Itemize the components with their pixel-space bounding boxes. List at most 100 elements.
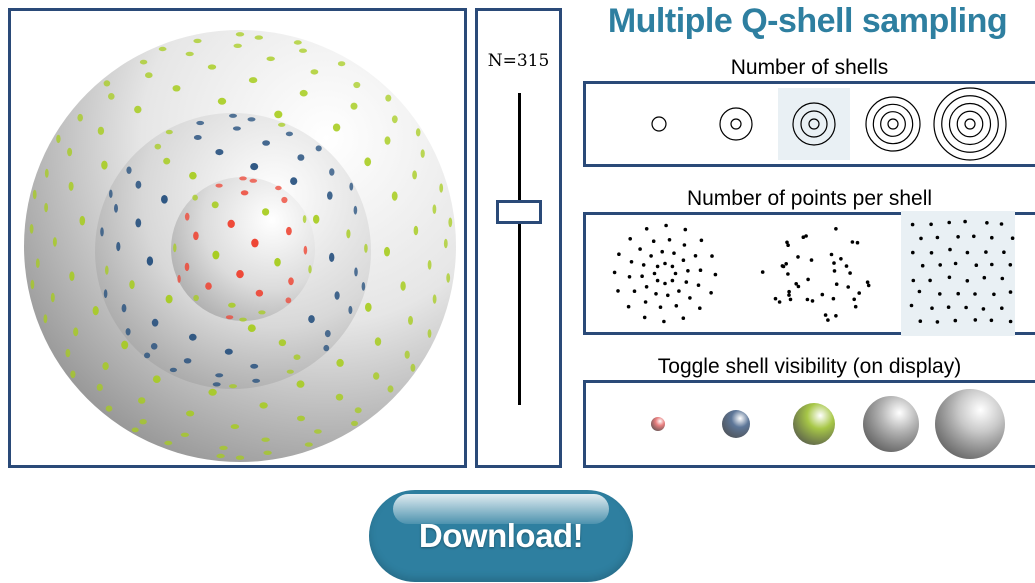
shell-point	[101, 160, 108, 170]
shell-point	[230, 424, 240, 430]
shell-point	[259, 402, 268, 409]
sample-point	[848, 271, 852, 275]
ring	[964, 118, 976, 130]
sample-point	[918, 319, 923, 323]
shell-point	[229, 113, 237, 118]
three-rings-icon	[792, 102, 836, 146]
shells-option-5[interactable]	[930, 84, 1010, 164]
points-option-random[interactable]	[752, 215, 882, 332]
shell-point	[391, 191, 398, 201]
shell-point	[254, 35, 263, 40]
shell-point	[408, 315, 413, 325]
sample-point	[698, 268, 703, 272]
shell-point	[249, 178, 258, 183]
shell-point	[68, 181, 74, 191]
sample-point	[1010, 236, 1015, 240]
sample-point	[655, 278, 660, 283]
shell-point	[103, 80, 111, 87]
shells-selector-label: Number of shells	[730, 56, 889, 79]
shell-point	[346, 229, 351, 239]
shell-point	[105, 265, 109, 275]
sample-point	[938, 292, 942, 296]
sample-point	[917, 289, 922, 294]
shell-3-toggle[interactable]	[793, 403, 835, 445]
ring	[865, 96, 921, 152]
slider-track[interactable]	[518, 93, 521, 405]
two-rings-icon	[719, 107, 753, 141]
shell-point	[353, 205, 358, 215]
shells-option-1[interactable]	[636, 84, 682, 164]
shell-point	[275, 185, 282, 191]
sample-point	[806, 277, 810, 282]
shell-point	[73, 327, 79, 337]
sample-point	[935, 320, 940, 324]
shell-point	[184, 262, 190, 272]
shell-point	[189, 333, 197, 341]
shell-point	[427, 329, 432, 338]
shells-option-4[interactable]	[858, 84, 928, 164]
shell-point	[327, 191, 333, 200]
shell-point	[69, 271, 75, 282]
shell-point	[384, 136, 391, 145]
ring	[808, 118, 820, 130]
sample-point	[760, 270, 765, 274]
shell-point	[96, 383, 103, 391]
shell-point	[258, 310, 266, 315]
shell-point	[348, 305, 353, 315]
sphere-viewer[interactable]	[8, 8, 467, 468]
shell-point	[240, 190, 249, 196]
shell-point	[365, 302, 372, 312]
sample-point	[644, 285, 649, 289]
shell-point	[261, 437, 270, 442]
sample-point	[809, 258, 814, 262]
shell-point	[329, 168, 335, 176]
shell-point	[108, 93, 115, 100]
shell-point	[109, 189, 113, 198]
points-selector-label: Number of points per shell	[686, 187, 933, 210]
sample-point	[852, 297, 856, 302]
shell-1-toggle[interactable]	[651, 417, 665, 431]
shell-point	[172, 85, 181, 92]
shells-option-2[interactable]	[708, 84, 764, 164]
sample-point	[953, 318, 958, 323]
shell-point	[274, 257, 281, 267]
sample-point	[686, 269, 690, 273]
shell-point	[30, 279, 35, 290]
sample-point	[794, 282, 798, 286]
shell-2-toggle[interactable]	[722, 410, 750, 438]
shell-4-toggle[interactable]	[863, 396, 919, 452]
shell-5-toggle[interactable]	[935, 389, 1005, 459]
sample-point	[682, 243, 687, 247]
shell-point	[286, 226, 292, 236]
slider-thumb[interactable]	[496, 199, 542, 224]
shell-point	[353, 81, 361, 89]
sample-point	[826, 318, 830, 322]
shell-point	[427, 260, 432, 270]
nested-shells-render[interactable]	[11, 11, 464, 465]
shell-point	[310, 69, 319, 75]
sample-point	[777, 300, 782, 304]
sample-point	[956, 291, 960, 296]
shells-selector	[583, 81, 1035, 167]
ring	[880, 111, 906, 137]
sample-point	[638, 247, 642, 251]
sample-point	[1008, 290, 1013, 294]
shell-point	[303, 245, 308, 255]
point-count-label: N=315	[487, 51, 550, 71]
sample-point	[964, 305, 968, 310]
points-option-constant[interactable]	[600, 215, 730, 332]
shell-point	[293, 354, 301, 361]
shell-point	[131, 427, 139, 433]
points-option-uniform[interactable]	[901, 211, 1015, 336]
shell-point	[335, 393, 344, 401]
shell-point	[235, 32, 245, 37]
shell-point	[281, 196, 288, 204]
download-button[interactable]: Download!	[369, 490, 633, 582]
shell-point	[207, 64, 217, 70]
sample-point	[788, 297, 793, 302]
shell-point	[286, 369, 294, 374]
sample-point	[670, 278, 675, 283]
ring	[872, 103, 914, 145]
shells-option-3[interactable]	[778, 88, 850, 160]
shell-point	[121, 304, 127, 313]
